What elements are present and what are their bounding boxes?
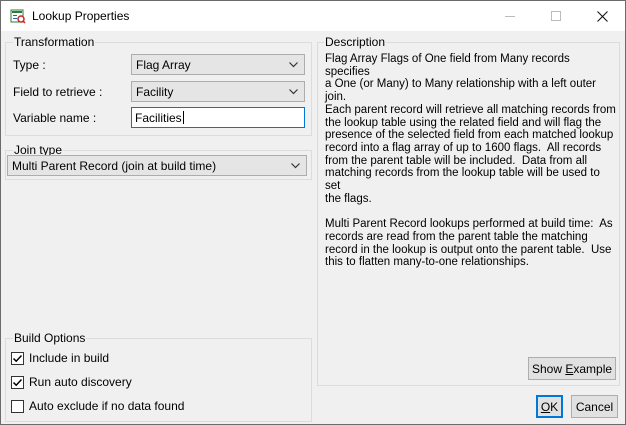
chevron-down-icon: [289, 89, 298, 95]
checkbox-box: [11, 375, 24, 389]
run-auto-discovery-label: Run auto discovery: [29, 375, 132, 389]
ok-label: OK: [540, 399, 559, 414]
type-combo-value: Flag Array: [136, 58, 191, 72]
include-in-build-checkbox[interactable]: Include in build: [11, 351, 109, 365]
auto-exclude-checkbox[interactable]: Auto exclude if no data found: [11, 399, 184, 413]
variable-name-label: Variable name :: [13, 111, 97, 125]
join-type-combo[interactable]: Multi Parent Record (join at build time): [7, 155, 307, 176]
auto-exclude-label: Auto exclude if no data found: [29, 399, 185, 413]
cancel-label: Cancel: [575, 399, 614, 414]
chevron-down-icon: [291, 163, 300, 169]
field-to-retrieve-label: Field to retrieve :: [13, 85, 103, 99]
run-auto-discovery-checkbox[interactable]: Run auto discovery: [11, 375, 132, 389]
ok-button[interactable]: OK: [536, 395, 563, 418]
lookup-properties-window: Lookup Properties Transformation Type : …: [0, 0, 626, 425]
build-options-group-label: Build Options: [13, 331, 87, 345]
minimize-icon: [505, 16, 515, 17]
show-example-label: Show Example: [531, 361, 613, 376]
checkmark-icon: [12, 378, 23, 386]
field-to-retrieve-combo[interactable]: Facility: [131, 81, 305, 102]
chevron-down-icon: [289, 62, 298, 68]
join-type-combo-value: Multi Parent Record (join at build time): [12, 159, 217, 173]
maximize-icon: [551, 11, 561, 21]
description-group-label: Description: [324, 35, 387, 49]
title-bar[interactable]: Lookup Properties: [1, 1, 625, 31]
type-combo[interactable]: Flag Array: [131, 54, 305, 75]
transformation-group-label: Transformation: [13, 35, 96, 49]
close-button[interactable]: [579, 1, 625, 31]
show-example-button[interactable]: Show Example: [528, 357, 616, 380]
include-in-build-label: Include in build: [29, 351, 110, 365]
app-icon: [10, 8, 26, 24]
variable-name-input[interactable]: Facilities: [131, 107, 305, 128]
close-icon: [596, 10, 608, 22]
checkbox-box: [11, 399, 24, 413]
variable-name-value: Facilities: [135, 111, 182, 125]
type-label: Type :: [13, 58, 46, 72]
window-title: Lookup Properties: [32, 9, 130, 23]
text-caret: [182, 111, 184, 124]
field-combo-value: Facility: [136, 85, 174, 99]
minimize-button[interactable]: [487, 1, 533, 31]
maximize-button[interactable]: [533, 1, 579, 31]
description-text: Flag Array Flags of One field from Many …: [325, 53, 616, 269]
cancel-button[interactable]: Cancel: [571, 395, 618, 418]
checkbox-box: [11, 351, 24, 365]
checkmark-icon: [12, 354, 23, 362]
